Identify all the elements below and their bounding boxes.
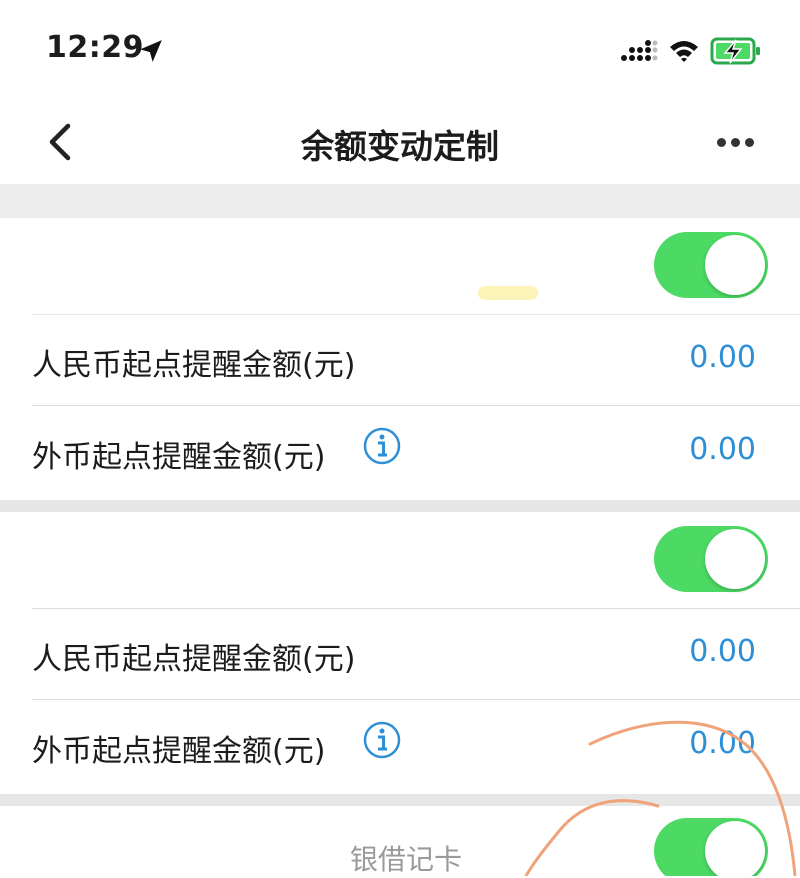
status-time: 12:29 — [46, 30, 144, 65]
signal-icon — [621, 40, 658, 61]
status-bar: 12:29 — [0, 0, 800, 100]
list-item-fx-threshold-1[interactable]: 外币起点提醒金额(元) 0.00 — [32, 406, 800, 498]
section-divider — [0, 500, 800, 512]
notification-toggle-1[interactable] — [654, 232, 768, 298]
row-label: 人民币起点提醒金额(元) — [32, 348, 356, 383]
page-title: 余额变动定制 — [301, 127, 499, 166]
toggle-knob — [705, 235, 765, 295]
navigation-bar: 余额变动定制 — [0, 100, 800, 184]
wifi-icon — [670, 41, 698, 62]
row-value[interactable]: 0.00 — [689, 432, 756, 467]
notification-toggle-3[interactable] — [654, 818, 768, 876]
toggle-knob — [705, 821, 765, 876]
toggle-row-2 — [32, 512, 800, 609]
row-label: 外币起点提醒金额(元) — [32, 440, 326, 475]
row-label: 人民币起点提醒金额(元) — [32, 642, 356, 677]
info-icon[interactable] — [362, 720, 402, 760]
row-value[interactable]: 0.00 — [689, 726, 756, 761]
notification-toggle-2[interactable] — [654, 526, 768, 592]
row-value[interactable]: 0.00 — [689, 634, 756, 669]
highlight-mark — [478, 286, 538, 300]
location-arrow-icon — [140, 40, 162, 62]
list-item-rmb-threshold-1[interactable]: 人民币起点提醒金额(元) 0.00 — [32, 314, 800, 406]
more-dots-icon[interactable] — [712, 128, 760, 158]
section-1: 人民币起点提醒金额(元) 0.00 外币起点提醒金额(元) 0.00 — [0, 218, 800, 500]
battery-charging-icon — [710, 37, 760, 65]
list-item-fx-threshold-2[interactable]: 外币起点提醒金额(元) 0.00 — [32, 700, 800, 792]
section-2: 人民币起点提醒金额(元) 0.00 外币起点提醒金额(元) 0.00 — [0, 512, 800, 794]
info-icon[interactable] — [362, 426, 402, 466]
card-type-label: 银借记卡 — [350, 843, 463, 876]
row-label: 外币起点提醒金额(元) — [32, 734, 326, 769]
row-value[interactable]: 0.00 — [689, 340, 756, 375]
section-divider — [0, 794, 800, 806]
toggle-knob — [705, 529, 765, 589]
list-item-rmb-threshold-2[interactable]: 人民币起点提醒金额(元) 0.00 — [32, 608, 800, 700]
section-divider — [0, 184, 800, 218]
toggle-row-1 — [32, 218, 800, 315]
